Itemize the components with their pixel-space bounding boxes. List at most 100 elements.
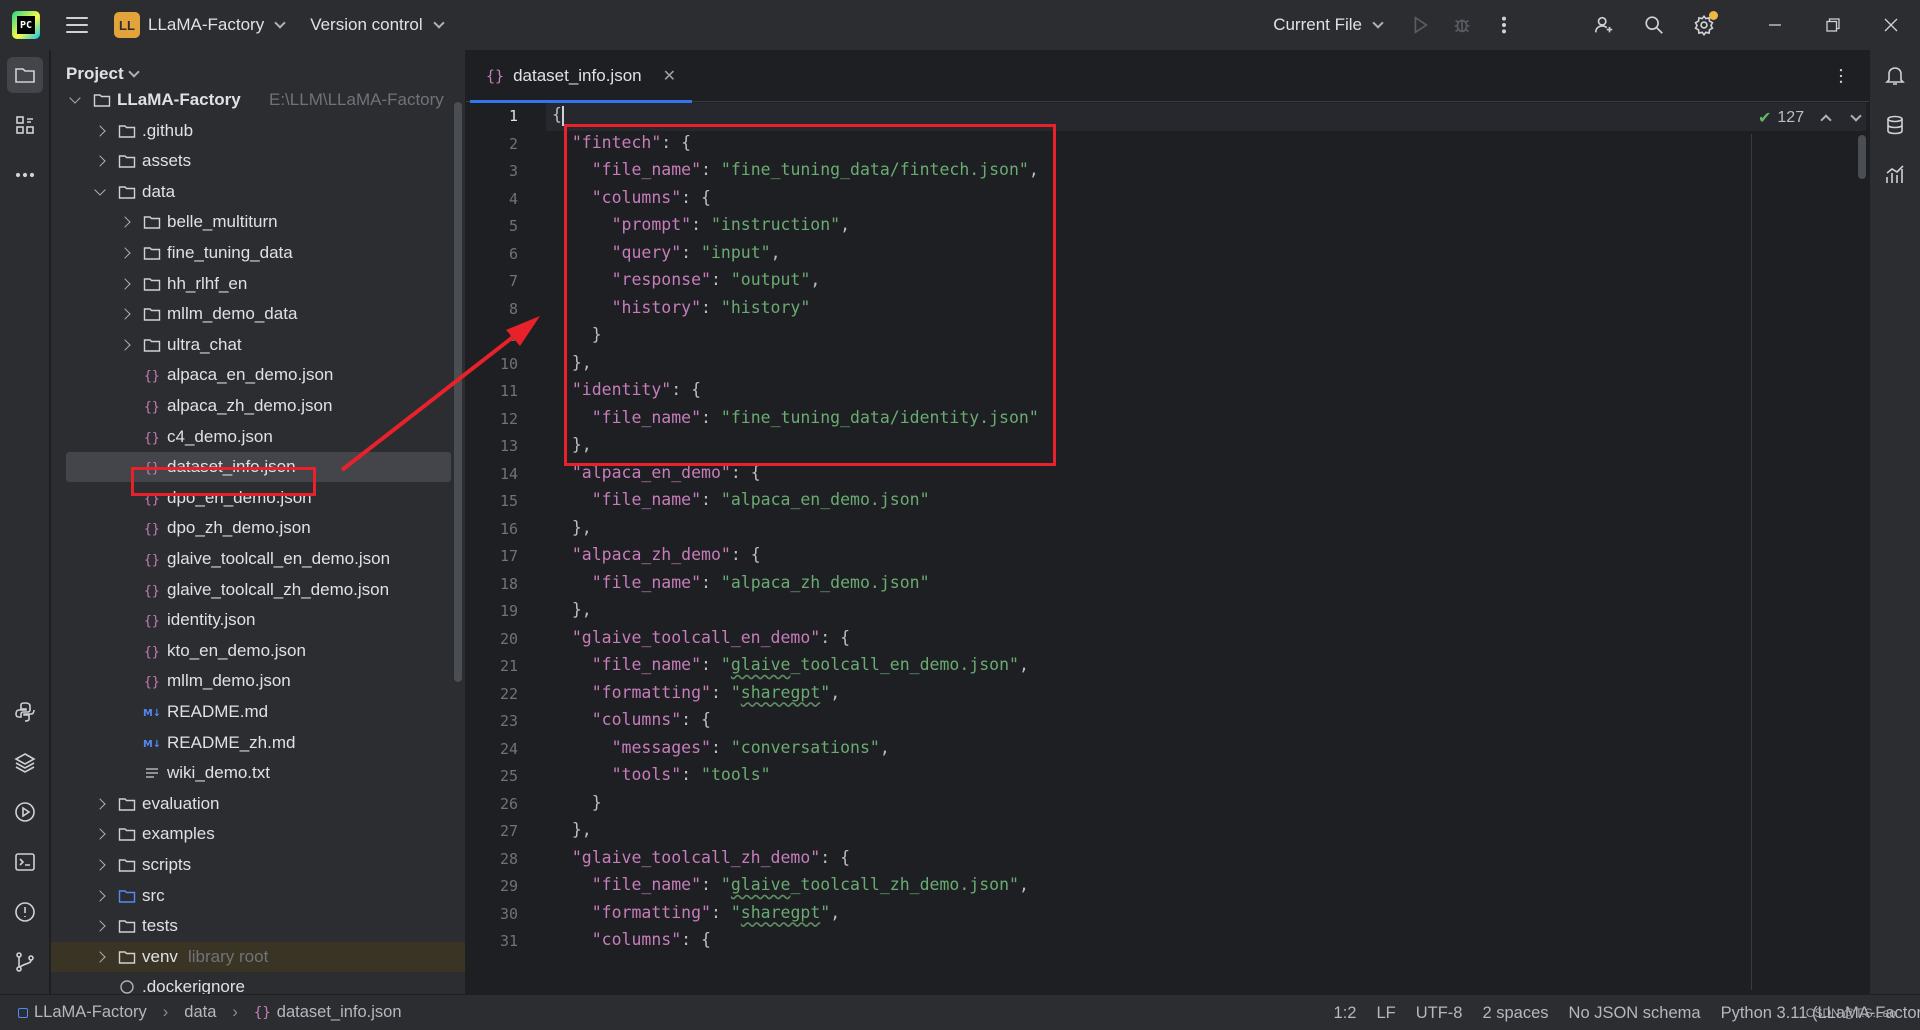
terminal-button[interactable] [7, 844, 43, 880]
tree-file--dockerignore[interactable]: .dockerignore [51, 972, 465, 994]
code-line[interactable]: }, [552, 820, 592, 848]
tree-file-glaive-toolcall-zh-demo-json[interactable]: {} glaive_toolcall_zh_demo.json [51, 575, 465, 605]
tree-file-readme-zh-md[interactable]: M↓ README_zh.md [51, 728, 465, 758]
tree-file-dataset-info-json[interactable]: {} dataset_info.json [51, 452, 465, 483]
code-line[interactable]: "formatting": "sharegpt", [552, 903, 840, 931]
notifications-button[interactable] [1877, 57, 1913, 93]
editor-scrollbar[interactable] [1858, 135, 1866, 179]
minimize-button[interactable] [1746, 0, 1804, 50]
tree-file-alpaca-en-demo-json[interactable]: {} alpaca_en_demo.json [51, 360, 465, 390]
caret-position[interactable]: 1:2 [1334, 1004, 1357, 1023]
code-line[interactable]: "response": "output", [552, 270, 821, 298]
settings-gear-icon[interactable] [1692, 11, 1718, 37]
code-line[interactable]: "columns": { [552, 188, 711, 216]
more-actions-icon[interactable] [1492, 13, 1516, 37]
more-tools-button[interactable] [7, 157, 43, 193]
tree-folder-tests[interactable]: tests [51, 911, 465, 941]
chevron-right-icon[interactable] [94, 798, 106, 810]
git-button[interactable] [7, 944, 43, 980]
code-editor[interactable]: { "fintech": { "file_name": "fine_tuning… [552, 103, 1752, 993]
previous-highlight-icon[interactable] [1820, 114, 1832, 126]
tree-file-readme-md[interactable]: M↓ README.md [51, 697, 465, 727]
tree-folder-evaluation[interactable]: evaluation [51, 789, 465, 819]
code-line[interactable]: "columns": { [552, 710, 711, 738]
tree-folder-venv[interactable]: venv library root [51, 941, 465, 972]
code-line[interactable]: }, [552, 518, 592, 546]
python-console-button[interactable] [7, 694, 43, 730]
tree-folder-data[interactable]: data [51, 177, 465, 207]
code-line[interactable]: "file_name": "glaive_toolcall_en_demo.js… [552, 655, 1029, 683]
chevron-right-icon[interactable] [94, 889, 106, 902]
project-tool-button[interactable] [7, 57, 43, 93]
file-encoding[interactable]: UTF-8 [1416, 1004, 1463, 1023]
services-button[interactable] [7, 794, 43, 830]
code-line[interactable]: "query": "input", [552, 243, 781, 271]
tree-file-dpo-en-demo-json[interactable]: {} dpo_en_demo.json [51, 483, 465, 513]
tree-folder-examples[interactable]: examples [51, 819, 465, 849]
tree-folder-fine-tuning-data[interactable]: fine_tuning_data [51, 238, 465, 268]
code-line[interactable]: "file_name": "fine_tuning_data/identity.… [552, 408, 1039, 436]
tree-folder-scripts[interactable]: scripts [51, 850, 465, 880]
problems-button[interactable] [7, 894, 43, 930]
code-line[interactable]: "glaive_toolcall_en_demo": { [552, 628, 850, 656]
code-line[interactable]: "fintech": { [552, 133, 691, 161]
code-line[interactable]: "file_name": "alpaca_zh_demo.json" [552, 573, 930, 601]
tree-file-wiki-demo-txt[interactable]: wiki_demo.txt [51, 758, 465, 788]
line-separator[interactable]: LF [1376, 1004, 1395, 1023]
chevron-right-icon[interactable] [119, 247, 131, 259]
code-line[interactable]: }, [552, 353, 592, 381]
next-highlight-icon[interactable] [1850, 110, 1862, 122]
debug-icon[interactable] [1450, 13, 1474, 37]
tree-folder-belle-multiturn[interactable]: belle_multiturn [51, 207, 465, 237]
chevron-right-icon[interactable] [94, 828, 106, 841]
breadcrumb-item-data[interactable]: data [184, 1003, 216, 1022]
breadcrumb-item-project[interactable]: LLaMA-Factory [34, 1003, 147, 1022]
project-switcher[interactable]: LLaMA-Factory [148, 15, 288, 35]
code-line[interactable]: "glaive_toolcall_zh_demo": { [552, 848, 850, 876]
pycharm-logo-icon[interactable]: PC [12, 11, 40, 39]
code-line[interactable]: "file_name": "glaive_toolcall_zh_demo.js… [552, 875, 1029, 903]
breadcrumb-item-file[interactable]: dataset_info.json [277, 1003, 402, 1022]
tree-file-mllm-demo-json[interactable]: {} mllm_demo.json [51, 666, 465, 696]
close-tab-icon[interactable]: ✕ [663, 66, 676, 86]
code-line[interactable]: "history": "history" [552, 298, 811, 326]
tree-folder-src[interactable]: src [51, 881, 465, 911]
code-line[interactable]: }, [552, 435, 592, 463]
sciview-button[interactable] [1877, 157, 1913, 193]
chevron-right-icon[interactable] [119, 277, 131, 290]
tree-file-alpaca-zh-demo-json[interactable]: {} alpaca_zh_demo.json [51, 391, 465, 421]
tab-options-icon[interactable] [1831, 64, 1851, 88]
add-user-icon[interactable] [1592, 13, 1616, 37]
code-line[interactable]: "formatting": "sharegpt", [552, 683, 840, 711]
code-line[interactable]: "columns": { [552, 930, 711, 958]
code-line[interactable]: } [552, 325, 602, 353]
tree-folder-assets[interactable]: assets [51, 146, 465, 176]
tree-folder-llama-factory[interactable]: LLaMA-Factory E:\LLM\LLaMA-Factory [51, 85, 465, 115]
chevron-down-icon[interactable] [69, 92, 81, 104]
chevron-right-icon[interactable] [94, 859, 106, 871]
code-line[interactable]: } [552, 793, 602, 821]
json-schema-selector[interactable]: No JSON schema [1569, 1004, 1701, 1023]
code-line[interactable]: "file_name": "fine_tuning_data/fintech.j… [552, 160, 1039, 188]
chevron-right-icon[interactable] [119, 339, 131, 351]
tree-folder-ultra-chat[interactable]: ultra_chat [51, 330, 465, 360]
python-packages-button[interactable] [7, 744, 43, 780]
code-line[interactable]: { [552, 105, 564, 133]
search-icon[interactable] [1642, 13, 1666, 37]
chevron-right-icon[interactable] [94, 920, 106, 932]
chevron-right-icon[interactable] [119, 216, 131, 229]
run-icon[interactable] [1408, 13, 1432, 37]
code-line[interactable]: }, [552, 600, 592, 628]
chevron-right-icon[interactable] [94, 124, 106, 137]
main-menu-icon[interactable] [66, 17, 88, 33]
code-line[interactable]: "prompt": "instruction", [552, 215, 850, 243]
close-window-button[interactable] [1862, 0, 1920, 50]
code-line[interactable]: "tools": "tools" [552, 765, 771, 793]
tree-folder--github[interactable]: .github [51, 116, 465, 146]
code-line[interactable]: "alpaca_en_demo": { [552, 463, 761, 491]
tree-file-glaive-toolcall-en-demo-json[interactable]: {} glaive_toolcall_en_demo.json [51, 544, 465, 574]
database-button[interactable] [1877, 107, 1913, 143]
tree-folder-mllm-demo-data[interactable]: mllm_demo_data [51, 299, 465, 329]
tree-file-dpo-zh-demo-json[interactable]: {} dpo_zh_demo.json [51, 513, 465, 543]
code-line[interactable]: "messages": "conversations", [552, 738, 890, 766]
